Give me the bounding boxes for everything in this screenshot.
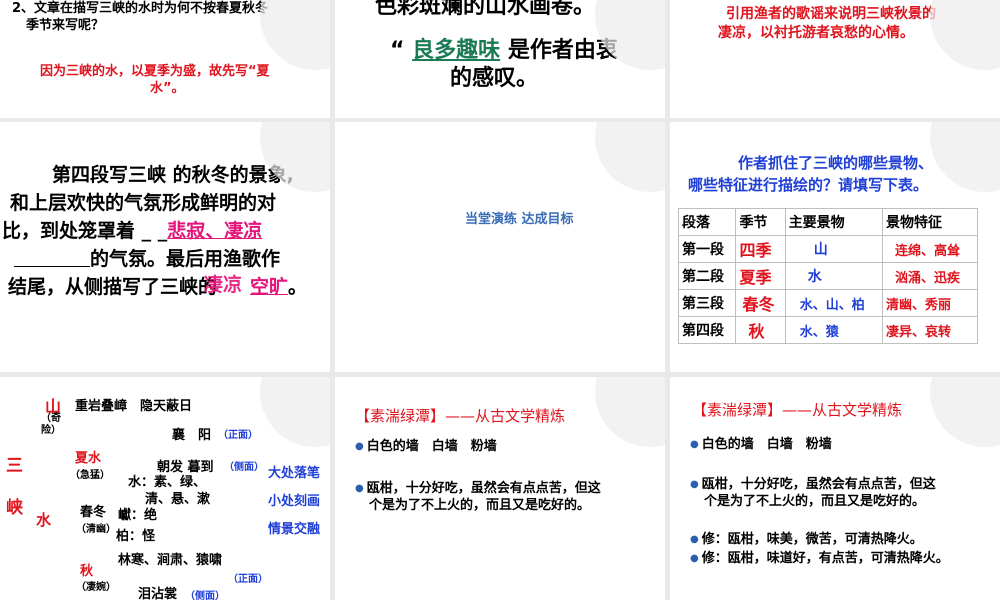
- para-cell: 第四段: [677, 316, 737, 344]
- bai-line: 柏：怪: [116, 529, 156, 544]
- autumn-label: 秋: [80, 564, 94, 579]
- slide4-line4: 的气氛。最后用渔歌作: [90, 248, 281, 270]
- slide8-bullet1: 白色的墙 白墙 粉墙: [355, 435, 497, 454]
- header-scene: 主要景物: [784, 208, 884, 236]
- slide-7[interactable]: 三 峡 山 （奇险） 重岩叠嶂 隐天蔽日 襄 阳 （正面） 水 夏水 （急猛） …: [0, 377, 330, 600]
- season-cell: 春冬: [735, 289, 786, 317]
- slide8-title: 【素湍绿潭】——从古文学精炼: [355, 407, 566, 425]
- shui-char: 水: [36, 511, 52, 529]
- table-row: 第三段 春冬 水、山、柏 清幽、秀丽: [677, 289, 978, 317]
- slide-3[interactable]: 引用渔者的歌谣来说明三峡秋景的 凄凉，以衬托游者哀愁的心情。: [670, 0, 1000, 118]
- header-season: 季节: [735, 208, 786, 236]
- slide3-line2: 凄凉，以衬托游者哀愁的心情。: [718, 25, 914, 41]
- slide9-bullet4: 修：瓯柑，味道好，有点苦，可清热降火。: [690, 547, 949, 566]
- xiang-yang: 襄 阳: [172, 428, 212, 443]
- zheng-mian-1: （正面）: [218, 430, 258, 441]
- quote-open: “: [390, 38, 405, 63]
- scene-cell: 水、山、柏: [784, 289, 884, 317]
- para-cell: 第二段: [677, 262, 737, 290]
- zheng-mian-2: （正面）: [228, 574, 268, 585]
- summer-note: （急猛）: [70, 470, 110, 481]
- lei-zhan-shang: 泪沾裳: [138, 587, 178, 600]
- table-header-row: 段落 季节 主要景物 景物特征: [677, 208, 978, 236]
- answer-text-line2: 水”。: [150, 81, 185, 96]
- slide4-answer2: 空旷: [250, 276, 289, 298]
- feature-cell: 连绵、高耸: [882, 235, 978, 263]
- table-title-line2: 哪些特征进行描绘的？请填写下表。: [688, 176, 929, 194]
- slide-2[interactable]: 色彩斑斓的山水画卷。 “ 良多趣味 是作者由衷 的感叹。: [335, 0, 665, 118]
- slide-6[interactable]: 作者抓住了三峡的哪些景物、 哪些特征进行描绘的？请填写下表。 段落 季节 主要景…: [670, 122, 1000, 372]
- table-row: 第一段 四季 山 连绵、高耸: [677, 235, 978, 263]
- slide-1[interactable]: 2、文章在描写三峡的水时为何不按春夏秋冬 季节来写呢？ 因为三峡的水，以夏季为盛…: [0, 0, 330, 118]
- slide8-bullet2-line2: 个是为了不上火的，而且又是吃好的。: [369, 498, 591, 513]
- slide4-line1: 第四段写三峡 的秋冬的景象,: [52, 164, 294, 186]
- right-label-3: 情景交融: [268, 522, 321, 537]
- top-text: 色彩斑斓的山水画卷。: [375, 0, 596, 19]
- right-label-2: 小处刻画: [268, 494, 321, 509]
- scene-cell: 水: [784, 262, 884, 290]
- feature-cell: 清幽、秀丽: [882, 289, 978, 317]
- practice-text: 当堂演练 达成目标: [465, 212, 574, 227]
- header-feature: 景物特征: [882, 208, 978, 236]
- right-label-1: 大处落笔: [268, 466, 321, 481]
- header-para: 段落: [677, 208, 737, 236]
- san-char: 三: [6, 456, 23, 476]
- summer-label: 夏水: [75, 451, 102, 466]
- feature-cell: 汹涌、迅疾: [882, 262, 978, 290]
- para-cell: 第三段: [677, 289, 737, 317]
- para-cell: 第一段: [677, 235, 737, 263]
- slide4-answer1: 悲寂、凄凉: [167, 220, 263, 242]
- slide4-line5-prefix: 结尾，从侧描写了三峡的: [8, 276, 218, 298]
- autumn-desc: 林寒、涧肃、猿啸: [118, 553, 223, 568]
- slide-8[interactable]: 【素湍绿潭】——从古文学精炼 白色的墙 白墙 粉墙 瓯柑，十分好吃，虽然会有点点…: [335, 377, 665, 600]
- scene-cell: 水、猿: [784, 316, 884, 344]
- xia-char: 峡: [6, 498, 23, 518]
- shan-desc: 重岩叠嶂 隐天蔽日: [75, 399, 193, 414]
- slide9-bullet3: 修：瓯柑，味美，微苦，可清热降火。: [690, 528, 923, 547]
- feature-cell: 凄异、哀转: [882, 316, 978, 344]
- line2: 的感叹。: [450, 66, 539, 91]
- sw-note: （清幽）: [76, 524, 116, 535]
- slide4-end: 。: [288, 276, 308, 298]
- slide4-line3-prefix: 比，到处笼罩着 _ _: [2, 220, 168, 242]
- autumn-note: （凄婉）: [76, 582, 116, 593]
- table-row: 第二段 夏季 水 汹涌、迅疾: [677, 262, 978, 290]
- slide9-title: 【素湍绿潭】——从古文学精炼: [692, 401, 903, 419]
- slide3-line1: 引用渔者的歌谣来说明三峡秋景的: [726, 6, 936, 22]
- slide9-bullet2-line2: 个是为了不上火的，而且又是吃好的。: [704, 494, 926, 509]
- slide-5[interactable]: 当堂演练 达成目标: [335, 122, 665, 372]
- slide9-bullet1: 白色的墙 白墙 粉墙: [690, 433, 832, 452]
- scene-table: 段落 季节 主要景物 景物特征 第一段 四季 山 连绵、高耸 第二段 夏季 水 …: [677, 208, 978, 344]
- table-title-line1: 作者抓住了三峡的哪些景物、: [738, 154, 934, 172]
- hui-line: 巘：绝: [118, 508, 158, 523]
- season-cell: 夏季: [735, 262, 786, 290]
- shan-note: （奇险）: [41, 413, 61, 436]
- season-cell: 秋: [735, 316, 786, 344]
- slide4-line2: 和上层欢快的气氛形成鲜明的对: [10, 192, 277, 214]
- ce-mian-1: （侧面）: [224, 462, 264, 473]
- scene-cell: 山: [784, 235, 884, 263]
- table-row: 第四段 秋 水、猿 凄异、哀转: [677, 316, 978, 344]
- slide4-overlap: 凄凉: [204, 274, 243, 296]
- slide-9[interactable]: 【素湍绿潭】——从古文学精炼 白色的墙 白墙 粉墙 瓯柑，十分好吃，虽然会有点点…: [670, 377, 1000, 600]
- season-cell: 四季: [735, 235, 786, 263]
- spring-winter-label: 春冬: [80, 505, 107, 520]
- slide-4[interactable]: 第四段写三峡 的秋冬的景象, 和上层欢快的气氛形成鲜明的对 比，到处笼罩着 _ …: [0, 122, 330, 372]
- question-text-line2: 季节来写呢？: [26, 18, 105, 33]
- ce-mian-2: （侧面）: [185, 591, 225, 600]
